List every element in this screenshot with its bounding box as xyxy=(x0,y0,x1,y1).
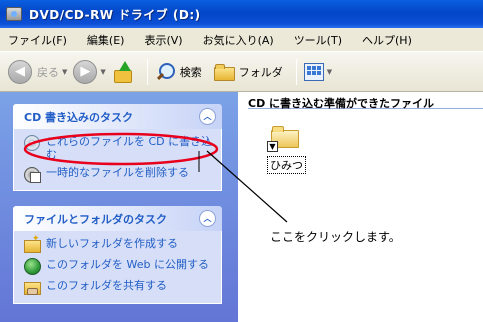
menu-view[interactable]: 表示(V) xyxy=(144,32,182,48)
file-tasks-header[interactable]: ファイルとフォルダのタスク ︿ xyxy=(13,206,222,231)
menu-help[interactable]: ヘルプ(H) xyxy=(362,32,412,48)
share-folder-icon xyxy=(24,279,41,295)
views-dropdown-icon[interactable]: ▼ xyxy=(327,68,332,76)
folders-label: フォルダ xyxy=(238,65,283,79)
burn-files-task[interactable]: これらのファイルを CD に書き込む xyxy=(24,135,215,161)
share-folder-link[interactable]: このフォルダを共有する xyxy=(46,279,167,292)
views-button[interactable]: ▼ xyxy=(303,57,332,87)
cd-write-icon xyxy=(24,135,40,151)
file-tasks-title: ファイルとフォルダのタスク xyxy=(24,212,167,226)
toolbar-separator xyxy=(146,58,148,85)
toolbar: ◀ 戻る ▼ ▶ ▼ 検索 フォルダ ▼ xyxy=(0,52,483,92)
cd-tasks-title: CD 書き込みのタスク xyxy=(24,110,134,124)
cd-tasks-body: これらのファイルを CD に書き込む 一時的なファイルを削除する xyxy=(13,129,222,191)
back-label: 戻る xyxy=(37,65,59,79)
menu-edit[interactable]: 編集(E) xyxy=(87,32,125,48)
new-folder-icon xyxy=(24,234,41,253)
delete-temp-link[interactable]: 一時的なファイルを削除する xyxy=(46,166,189,179)
search-icon xyxy=(155,62,175,82)
file-name: ひみつ xyxy=(267,156,306,174)
forward-button[interactable]: ▶ ▼ xyxy=(73,57,106,87)
pending-write-icon: ▼ xyxy=(267,141,278,152)
folders-button[interactable]: フォルダ xyxy=(213,57,283,87)
globe-icon xyxy=(24,258,41,275)
forward-dropdown-icon[interactable]: ▼ xyxy=(100,68,105,76)
cd-tasks-box: CD 書き込みのタスク ︿ これらのファイルを CD に書き込む 一時的なファイ… xyxy=(13,104,222,191)
delete-temp-task[interactable]: 一時的なファイルを削除する xyxy=(24,166,215,183)
window-title: DVD/CD-RW ドライブ (D:) xyxy=(29,7,201,22)
burn-files-link[interactable]: これらのファイルを CD に書き込む xyxy=(46,135,215,161)
publish-web-link[interactable]: このフォルダを Web に公開する xyxy=(46,258,209,271)
file-item[interactable]: ▼ ひみつ xyxy=(267,126,307,176)
file-tasks-body: 新しいフォルダを作成する このフォルダを Web に公開する このフォルダを共有… xyxy=(13,231,222,304)
chevron-up-icon[interactable]: ︿ xyxy=(199,210,216,227)
menu-file[interactable]: ファイル(F) xyxy=(8,32,67,48)
views-icon xyxy=(303,62,324,81)
new-folder-task[interactable]: 新しいフォルダを作成する xyxy=(24,234,215,253)
group-header: CD に書き込む準備ができたファイル xyxy=(248,95,483,110)
cd-tasks-header[interactable]: CD 書き込みのタスク ︿ xyxy=(13,104,222,129)
search-label: 検索 xyxy=(179,65,202,79)
back-dropdown-icon[interactable]: ▼ xyxy=(62,68,67,76)
back-button[interactable]: ◀ 戻る ▼ xyxy=(8,57,67,87)
menu-favorites[interactable]: お気に入り(A) xyxy=(203,32,274,48)
title-bar: DVD/CD-RW ドライブ (D:) xyxy=(0,0,483,28)
cd-delete-icon xyxy=(24,166,41,183)
new-folder-link[interactable]: 新しいフォルダを作成する xyxy=(46,237,178,250)
menu-tools[interactable]: ツール(T) xyxy=(294,32,342,48)
search-button[interactable]: 検索 xyxy=(155,57,202,87)
up-folder-button[interactable] xyxy=(112,57,134,87)
publish-web-task[interactable]: このフォルダを Web に公開する xyxy=(24,258,215,275)
toolbar-separator xyxy=(295,58,297,85)
share-folder-task[interactable]: このフォルダを共有する xyxy=(24,279,215,295)
task-pane: CD 書き込みのタスク ︿ これらのファイルを CD に書き込む 一時的なファイ… xyxy=(0,92,238,322)
back-arrow-icon: ◀ xyxy=(8,59,32,84)
forward-arrow-icon: ▶ xyxy=(73,59,98,84)
up-folder-icon xyxy=(112,60,134,83)
file-tasks-box: ファイルとフォルダのタスク ︿ 新しいフォルダを作成する このフォルダを Web… xyxy=(13,206,222,304)
folders-icon xyxy=(213,63,235,81)
drive-icon xyxy=(6,7,22,21)
chevron-up-icon[interactable]: ︿ xyxy=(199,108,216,125)
callout-text: ここをクリックします。 xyxy=(270,230,401,244)
file-list-area: CD に書き込む準備ができたファイル ▼ ひみつ xyxy=(238,92,483,322)
menu-bar: ファイル(F) 編集(E) 表示(V) お気に入り(A) ツール(T) ヘルプ(… xyxy=(0,28,483,52)
